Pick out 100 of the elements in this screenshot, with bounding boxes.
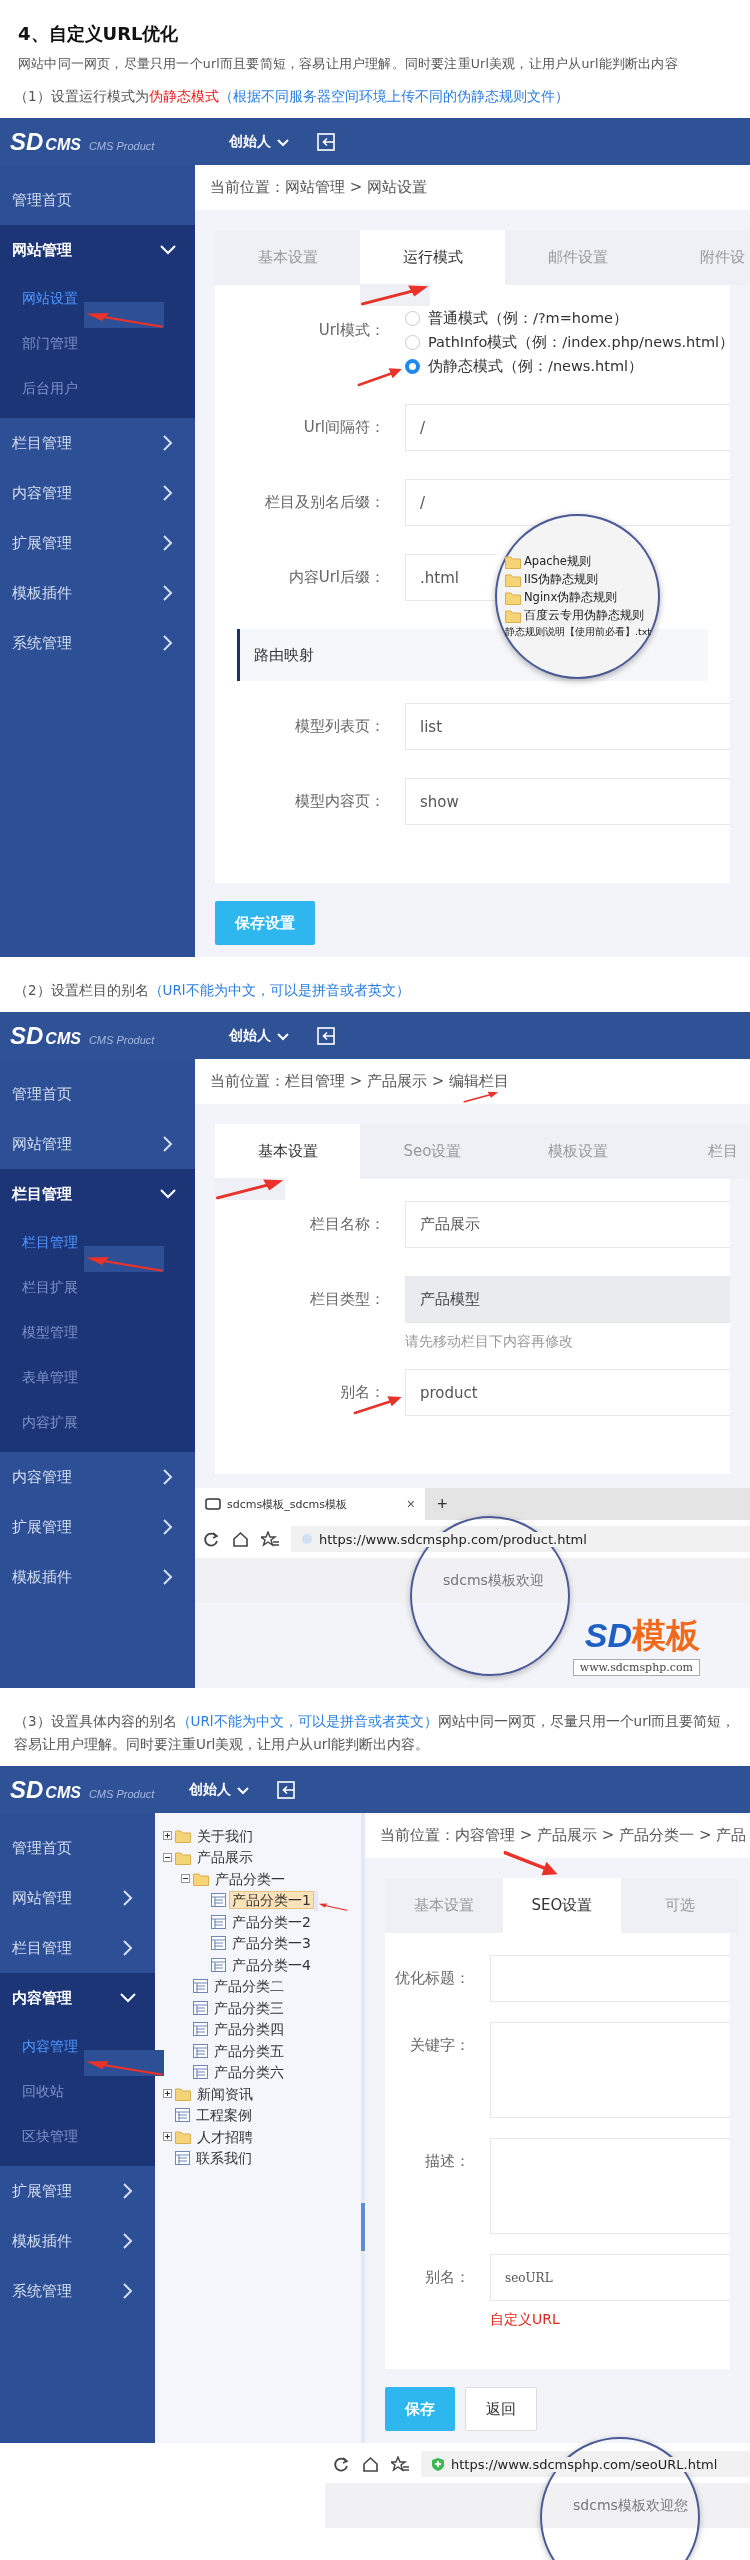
tree-item[interactable]: 联系我们: [193, 2149, 255, 2168]
folder-icon: [505, 572, 521, 587]
input-field[interactable]: /: [405, 404, 730, 451]
website-url: www.sdcmsphp.com: [572, 1659, 700, 1676]
logout-icon[interactable]: [317, 1025, 337, 1046]
sidebar-item[interactable]: 系统管理: [0, 2266, 155, 2316]
expand-icon[interactable]: [163, 1831, 172, 1841]
tree-item[interactable]: 产品分类二: [211, 1977, 287, 1996]
sidebar-item[interactable]: 网站管理: [0, 225, 195, 275]
expand-icon[interactable]: [163, 2132, 172, 2142]
reload-icon[interactable]: [333, 2455, 350, 2473]
tree-item[interactable]: 新闻资讯: [194, 2084, 256, 2103]
collapse-icon[interactable]: [163, 1852, 172, 1862]
sidebar-item[interactable]: 管理首页: [0, 1823, 155, 1873]
close-tab-button[interactable]: ×: [406, 1496, 415, 1512]
sidebar-subitem[interactable]: 表单管理: [22, 1368, 78, 1387]
sidebar-item[interactable]: 扩展管理: [0, 2166, 155, 2216]
sidebar-subitem[interactable]: 区块管理: [22, 2127, 78, 2146]
user-menu[interactable]: 创始人: [183, 1779, 255, 1800]
input-field[interactable]: product: [405, 1369, 730, 1416]
address-bar[interactable]: https://www.sdcmsphp.com/seoURL.html: [421, 2451, 750, 2477]
logout-icon[interactable]: [317, 131, 337, 152]
tab-title: sdcms模板_sdcms模板: [227, 1496, 347, 1512]
sidebar-item[interactable]: 模板插件: [0, 568, 195, 618]
star-icon[interactable]: [391, 2455, 409, 2473]
star-icon[interactable]: [261, 1530, 279, 1548]
table-icon: [193, 1979, 208, 1994]
caret-icon: [277, 1030, 289, 1041]
tree-item[interactable]: 产品分类一4: [229, 1955, 314, 1974]
input-field[interactable]: show: [405, 778, 730, 825]
scrollbar-thumb[interactable]: [361, 2203, 365, 2251]
tree-item[interactable]: 产品分类六: [211, 2063, 287, 2082]
sidebar-subitem[interactable]: 模型管理: [22, 1323, 78, 1342]
home-icon[interactable]: [232, 1530, 249, 1548]
sidebar-subitem[interactable]: 回收站: [22, 2082, 64, 2101]
sidebar-subitem[interactable]: 栏目管理: [22, 1233, 78, 1252]
tree-item[interactable]: 工程案例: [193, 2106, 255, 2125]
input-field[interactable]: seoURL: [490, 2254, 730, 2301]
table-icon: [193, 2022, 208, 2037]
sidebar-item[interactable]: 网站管理: [0, 1119, 195, 1169]
input-field[interactable]: list: [405, 703, 730, 750]
tree-item[interactable]: 产品分类一3: [229, 1934, 314, 1953]
breadcrumb: 当前位置：栏目管理 > 产品展示 > 编辑栏目: [210, 1072, 510, 1090]
sidebar-item[interactable]: 扩展管理: [0, 518, 195, 568]
reload-icon[interactable]: [203, 1530, 220, 1548]
sidebar-item[interactable]: 网站管理: [0, 1873, 155, 1923]
sidebar-item[interactable]: 内容管理: [0, 1973, 155, 2023]
sidebar-item[interactable]: 栏目管理: [0, 418, 195, 468]
sidebar-item[interactable]: 系统管理: [0, 618, 195, 668]
browser-tab[interactable]: sdcms模板_sdcms模板 ×: [195, 1488, 425, 1520]
input-field[interactable]: .html: [405, 554, 497, 601]
table-icon: [193, 2065, 208, 2080]
sidebar-subitem[interactable]: 后台用户: [22, 379, 78, 398]
intro-paragraph: 网站中同一网页，尽量只用一个url而且要简短，容易让用户理解。同时要注重Url美观，让用户从url能判断出内容: [18, 56, 679, 73]
sidebar-item[interactable]: 内容管理: [0, 1452, 195, 1502]
sidebar-item[interactable]: 模板插件: [0, 2216, 155, 2266]
table-icon: [211, 1957, 226, 1972]
breadcrumb: 当前位置：内容管理 > 产品展示 > 产品分类一 > 产品: [380, 1826, 747, 1844]
sidebar-subitem[interactable]: 网站设置: [22, 289, 78, 308]
tree-item[interactable]: 人才招聘: [194, 2127, 256, 2146]
logo-text: CMS: [45, 1783, 81, 1802]
new-tab-button[interactable]: +: [437, 1493, 448, 1515]
tab[interactable]: 运行模式: [360, 230, 505, 285]
tree-item[interactable]: 产品分类一2: [229, 1912, 314, 1931]
address-bar[interactable]: https://www.sdcmsphp.com/product.html: [291, 1526, 750, 1552]
file-name: 静态规则说明【使用前必看】.txt: [505, 626, 652, 639]
sidebar-subitem[interactable]: 内容管理: [22, 2037, 78, 2056]
sidebar-item[interactable]: 管理首页: [0, 1069, 195, 1119]
sidebar-item[interactable]: 栏目管理: [0, 1923, 155, 1973]
sidebar-item[interactable]: 内容管理: [0, 468, 195, 518]
home-icon[interactable]: [362, 2455, 379, 2473]
sidebar-item[interactable]: 模板插件: [0, 1552, 195, 1602]
tree-item[interactable]: 产品分类三: [211, 1998, 287, 2017]
tree-item[interactable]: 产品分类一: [212, 1869, 288, 1888]
input-field[interactable]: /: [405, 479, 730, 526]
logo-text: SD: [10, 127, 44, 156]
tree-item[interactable]: 产品分类四: [211, 2020, 287, 2039]
collapse-icon[interactable]: [181, 1874, 190, 1884]
input-field[interactable]: [490, 1955, 730, 2002]
field-label: 别名：: [339, 1382, 386, 1403]
logout-icon[interactable]: [277, 1779, 297, 1800]
user-menu[interactable]: 创始人: [223, 131, 295, 152]
expand-icon[interactable]: [163, 2089, 172, 2099]
sidebar-subitem[interactable]: 内容扩展: [22, 1413, 78, 1432]
tree-item[interactable]: 产品分类五: [211, 2041, 287, 2060]
logo-tagline: CMS Product: [88, 1033, 155, 1046]
tree-item[interactable]: 关于我们: [194, 1826, 256, 1845]
tab[interactable]: 基本设置: [215, 1124, 360, 1179]
field-label: 栏目类型：: [309, 1289, 386, 1310]
sidebar-subitem[interactable]: 部门管理: [22, 334, 78, 353]
input-field[interactable]: 产品展示: [405, 1201, 730, 1248]
tab[interactable]: SEO设置: [503, 1878, 621, 1933]
tree-item[interactable]: 产品分类一1: [229, 1891, 314, 1910]
sidebar-subitem[interactable]: 栏目扩展: [22, 1278, 78, 1297]
tree-item[interactable]: 产品展示: [194, 1848, 256, 1867]
sidebar-item[interactable]: 栏目管理: [0, 1169, 195, 1219]
back-button[interactable]: 返回: [465, 2387, 537, 2431]
sidebar-item[interactable]: 扩展管理: [0, 1502, 195, 1552]
sidebar-item[interactable]: 管理首页: [0, 175, 195, 225]
user-menu[interactable]: 创始人: [223, 1025, 295, 1046]
